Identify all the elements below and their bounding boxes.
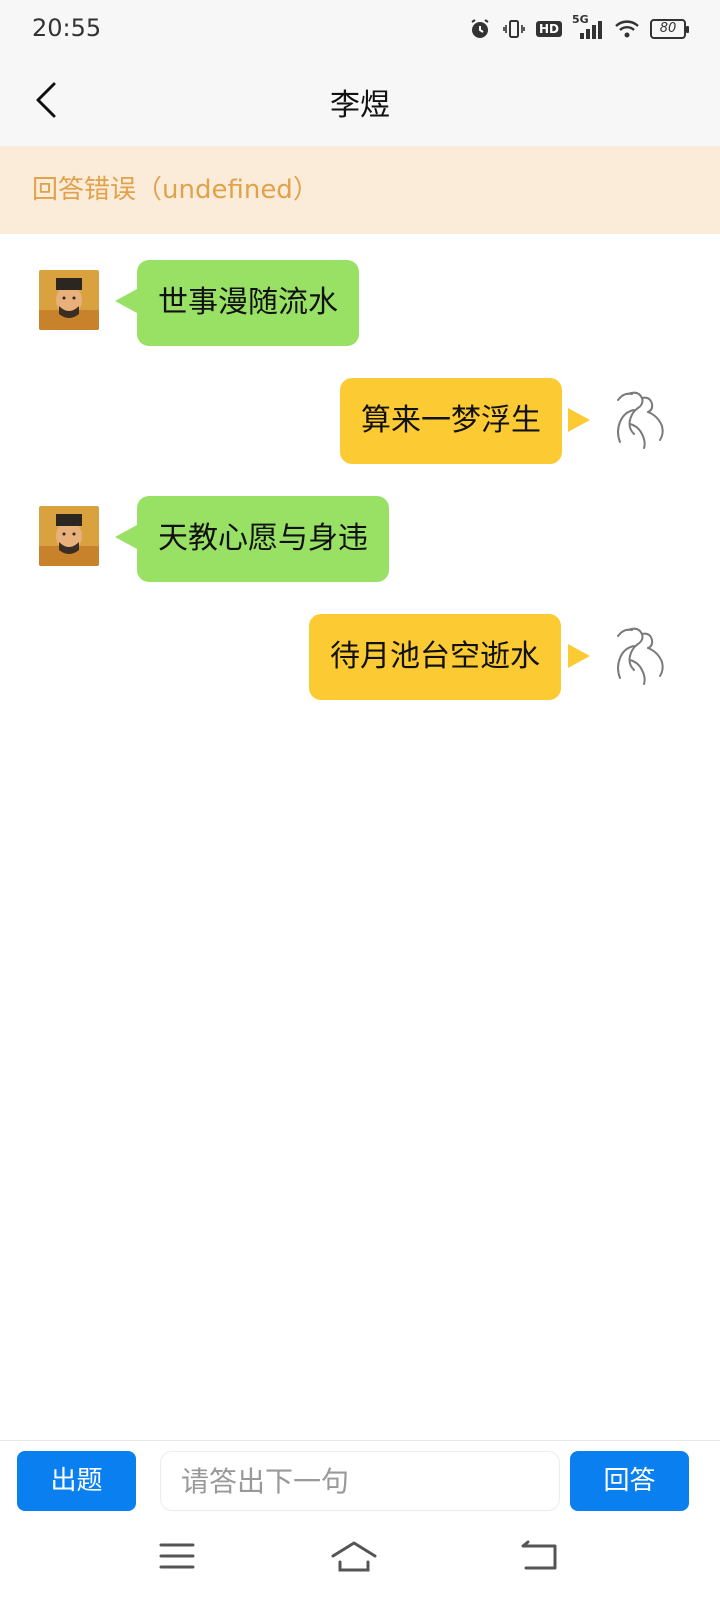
- message-bubble: 待月池台空逝水: [309, 614, 561, 700]
- message-bubble: 算来一梦浮生: [340, 378, 562, 464]
- bubble-tail: [568, 408, 590, 432]
- message-bubble: 天教心愿与身违: [137, 496, 389, 582]
- poet-avatar: [39, 506, 99, 566]
- back-icon: [521, 1540, 557, 1570]
- bubble-tail: [115, 289, 137, 313]
- status-icons: HD 5G 80: [468, 13, 689, 44]
- page-title: 李煜: [330, 88, 390, 123]
- battery-icon: 80: [650, 19, 689, 39]
- answer-input[interactable]: [160, 1451, 560, 1511]
- menu-button[interactable]: [158, 1540, 196, 1576]
- user-avatar: [606, 622, 670, 686]
- status-time: 20:55: [32, 14, 102, 42]
- hd-icon: HD: [535, 21, 562, 37]
- bubble-tail: [568, 644, 590, 668]
- home-button[interactable]: [330, 1540, 378, 1578]
- submit-answer-button[interactable]: 回答: [570, 1451, 689, 1511]
- bubble-tail: [115, 525, 137, 549]
- message-bubble: 世事漫随流水: [137, 260, 359, 346]
- menu-icon: [159, 1543, 195, 1569]
- vibrate-icon: [502, 17, 526, 41]
- error-banner: 回答错误（undefined）: [0, 146, 720, 234]
- input-bar: 出题 回答: [0, 1440, 720, 1524]
- wifi-icon: [614, 18, 640, 40]
- system-back-button[interactable]: [520, 1540, 558, 1576]
- question-button[interactable]: 出题: [17, 1451, 136, 1511]
- user-avatar: [606, 386, 670, 450]
- status-bar: 20:55 HD 5G 80: [0, 0, 720, 56]
- signal-5g-icon: 5G: [572, 13, 604, 41]
- poet-avatar: [39, 270, 99, 330]
- nav-bar: 李煜: [0, 56, 720, 146]
- system-nav-bar: [0, 1524, 720, 1600]
- home-icon: [331, 1541, 377, 1572]
- alarm-icon: [468, 17, 492, 41]
